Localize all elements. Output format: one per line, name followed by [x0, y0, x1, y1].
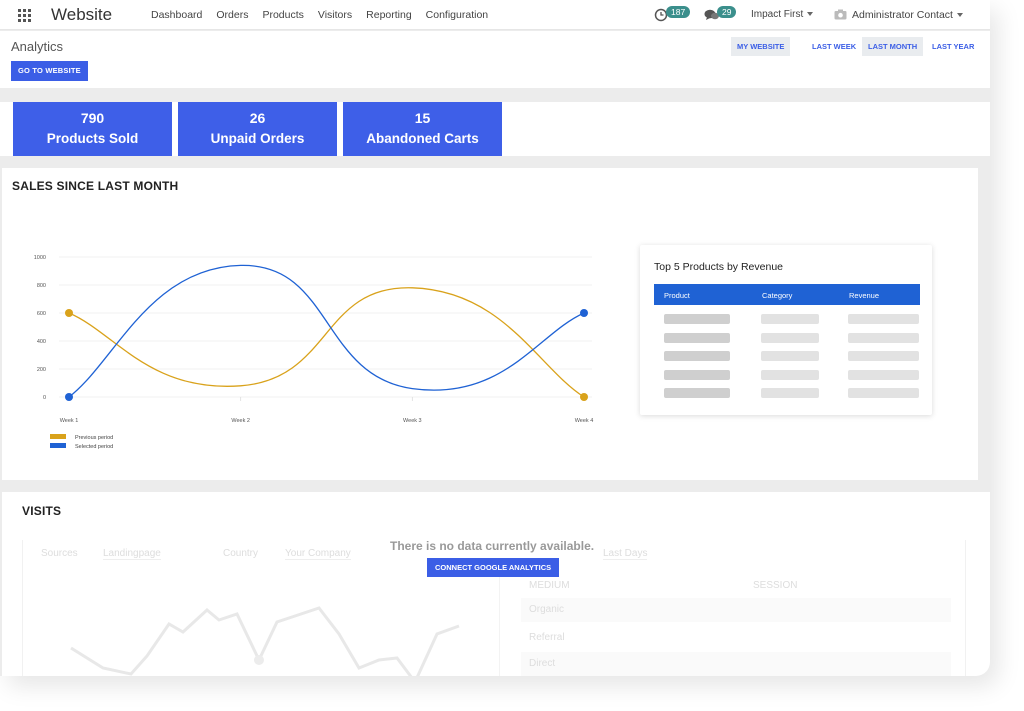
camera-avatar-icon — [834, 9, 847, 20]
ghost-medium: MEDIUM — [529, 580, 570, 591]
kpi-row: 790 Products Sold 26 Unpaid Orders 15 Ab… — [0, 102, 990, 156]
top-products-card: Top 5 Products by Revenue Product Catego… — [640, 245, 932, 415]
kpi-unpaid-orders[interactable]: 26 Unpaid Orders — [178, 102, 337, 156]
ghost-divider — [499, 570, 500, 676]
kpi-label: Unpaid Orders — [210, 131, 305, 146]
legend-label: Previous period — [75, 435, 113, 441]
messages-count-badge: 29 — [717, 6, 737, 18]
ghost-direct: Direct — [529, 658, 556, 669]
menu-item-orders[interactable]: Orders — [216, 9, 248, 21]
placeholder-cell — [761, 332, 819, 343]
legend-swatch — [50, 443, 66, 448]
placeholder-cell — [848, 351, 919, 361]
series-line-0 — [68, 287, 585, 398]
y-tick-label: 600 — [37, 311, 46, 317]
top-products-title: Top 5 Products by Revenue — [654, 261, 783, 273]
company-name: Impact First — [751, 9, 804, 20]
kpi-value: 15 — [414, 110, 431, 126]
kpi-label: Abandoned Carts — [366, 131, 479, 146]
ghost-visits-chart — [70, 606, 460, 676]
placeholder-cell — [761, 388, 819, 398]
ghost-last-days: Last Days — [603, 548, 648, 560]
column-header-category: Category — [762, 291, 793, 300]
chevron-down-icon — [956, 13, 963, 18]
sales-title: SALES SINCE LAST MONTH — [12, 179, 179, 193]
ghost-country: Country — [223, 548, 259, 559]
control-panel: Analytics GO TO WEBSITE MY WEBSITE LAST … — [0, 31, 990, 88]
series-point-marker — [580, 309, 588, 317]
y-tick-label: 800 — [37, 283, 46, 289]
no-data-message: There is no data currently available. — [390, 539, 595, 553]
period-last-week[interactable]: LAST WEEK — [806, 37, 862, 56]
app-window: Website Dashboard Orders Products Visito… — [0, 0, 990, 676]
ghost-company: Your Company — [285, 548, 351, 560]
x-tick-label: Week 1 — [60, 418, 79, 424]
kpi-label: Products Sold — [46, 131, 139, 146]
period-last-month[interactable]: LAST MONTH — [862, 37, 924, 56]
placeholder-cell — [848, 314, 919, 324]
y-tick-label: 200 — [37, 367, 46, 373]
column-header-product: Product — [664, 291, 690, 300]
sales-line-chart: 0 200 400 600 800 1000 Week 1 Week 2 Week 3 Week … — [34, 255, 594, 450]
placeholder-cell — [664, 332, 730, 343]
app-brand[interactable]: Website — [51, 5, 112, 25]
placeholder-cell — [761, 351, 819, 361]
ghost-session: SESSION — [753, 580, 798, 591]
period-last-year[interactable]: LAST YEAR — [926, 37, 980, 56]
menu-item-visitors[interactable]: Visitors — [318, 9, 352, 21]
menu-item-dashboard[interactable]: Dashboard — [151, 9, 202, 21]
legend-swatch — [50, 434, 66, 439]
series-point-marker — [580, 393, 588, 401]
user-name: Administrator Contact — [852, 9, 953, 21]
ghost-referral: Referral — [529, 632, 565, 643]
visits-title: VISITS — [22, 504, 62, 518]
placeholder-cell — [664, 369, 730, 380]
series-point-marker — [65, 393, 73, 401]
placeholder-cell — [664, 314, 730, 324]
company-switcher[interactable]: Impact First — [751, 9, 814, 20]
placeholder-cell — [761, 369, 819, 380]
placeholder-cell — [664, 388, 730, 398]
go-to-website-button[interactable]: GO TO WEBSITE — [11, 61, 88, 81]
x-tick-label: Week 4 — [575, 418, 594, 424]
ghost-landingpage: Landingpage — [103, 548, 161, 560]
top-products-header: Product Category Revenue — [654, 284, 920, 305]
ghost-row — [521, 598, 951, 622]
chevron-down-icon — [807, 12, 814, 17]
visits-panel: VISITS Sources Landingpage Country Your … — [2, 492, 990, 676]
menu-item-configuration[interactable]: Configuration — [426, 9, 488, 21]
top-navbar: Website Dashboard Orders Products Visito… — [0, 0, 990, 30]
menu-item-reporting[interactable]: Reporting — [366, 9, 412, 21]
column-header-revenue: Revenue — [849, 291, 880, 300]
placeholder-cell — [848, 332, 919, 343]
activities-count-badge: 187 — [666, 6, 691, 18]
y-tick-label: 0 — [43, 395, 46, 401]
x-tick-label: Week 3 — [403, 418, 422, 424]
kpi-value: 26 — [249, 110, 266, 126]
placeholder-cell — [848, 369, 919, 380]
user-menu[interactable]: Administrator Contact — [834, 9, 963, 21]
ghost-sources: Sources — [41, 548, 78, 559]
kpi-value: 790 — [80, 110, 105, 126]
placeholder-cell — [664, 351, 730, 361]
x-tick-label: Week 2 — [231, 418, 250, 424]
legend-label: Selected period — [75, 444, 113, 450]
page-title: Analytics — [11, 39, 64, 54]
menu-item-products[interactable]: Products — [262, 9, 303, 21]
ghost-row — [521, 652, 951, 676]
kpi-abandoned-carts[interactable]: 15 Abandoned Carts — [343, 102, 502, 156]
main-menu: Dashboard Orders Products Visitors Repor… — [151, 9, 502, 21]
my-website-button[interactable]: MY WEBSITE — [731, 37, 791, 56]
y-tick-label: 1000 — [34, 255, 46, 261]
apps-grid-icon[interactable] — [18, 9, 31, 22]
ghost-organic: Organic — [529, 604, 565, 615]
placeholder-cell — [761, 314, 819, 324]
kpi-products-sold[interactable]: 790 Products Sold — [13, 102, 172, 156]
connect-google-analytics-button[interactable]: CONNECT GOOGLE ANALYTICS — [427, 558, 560, 577]
series-point-marker — [65, 309, 73, 317]
y-tick-label: 400 — [37, 339, 46, 345]
sales-panel: SALES SINCE LAST MONTH 0 200 400 600 800 1000… — [2, 168, 978, 480]
placeholder-cell — [848, 388, 919, 398]
